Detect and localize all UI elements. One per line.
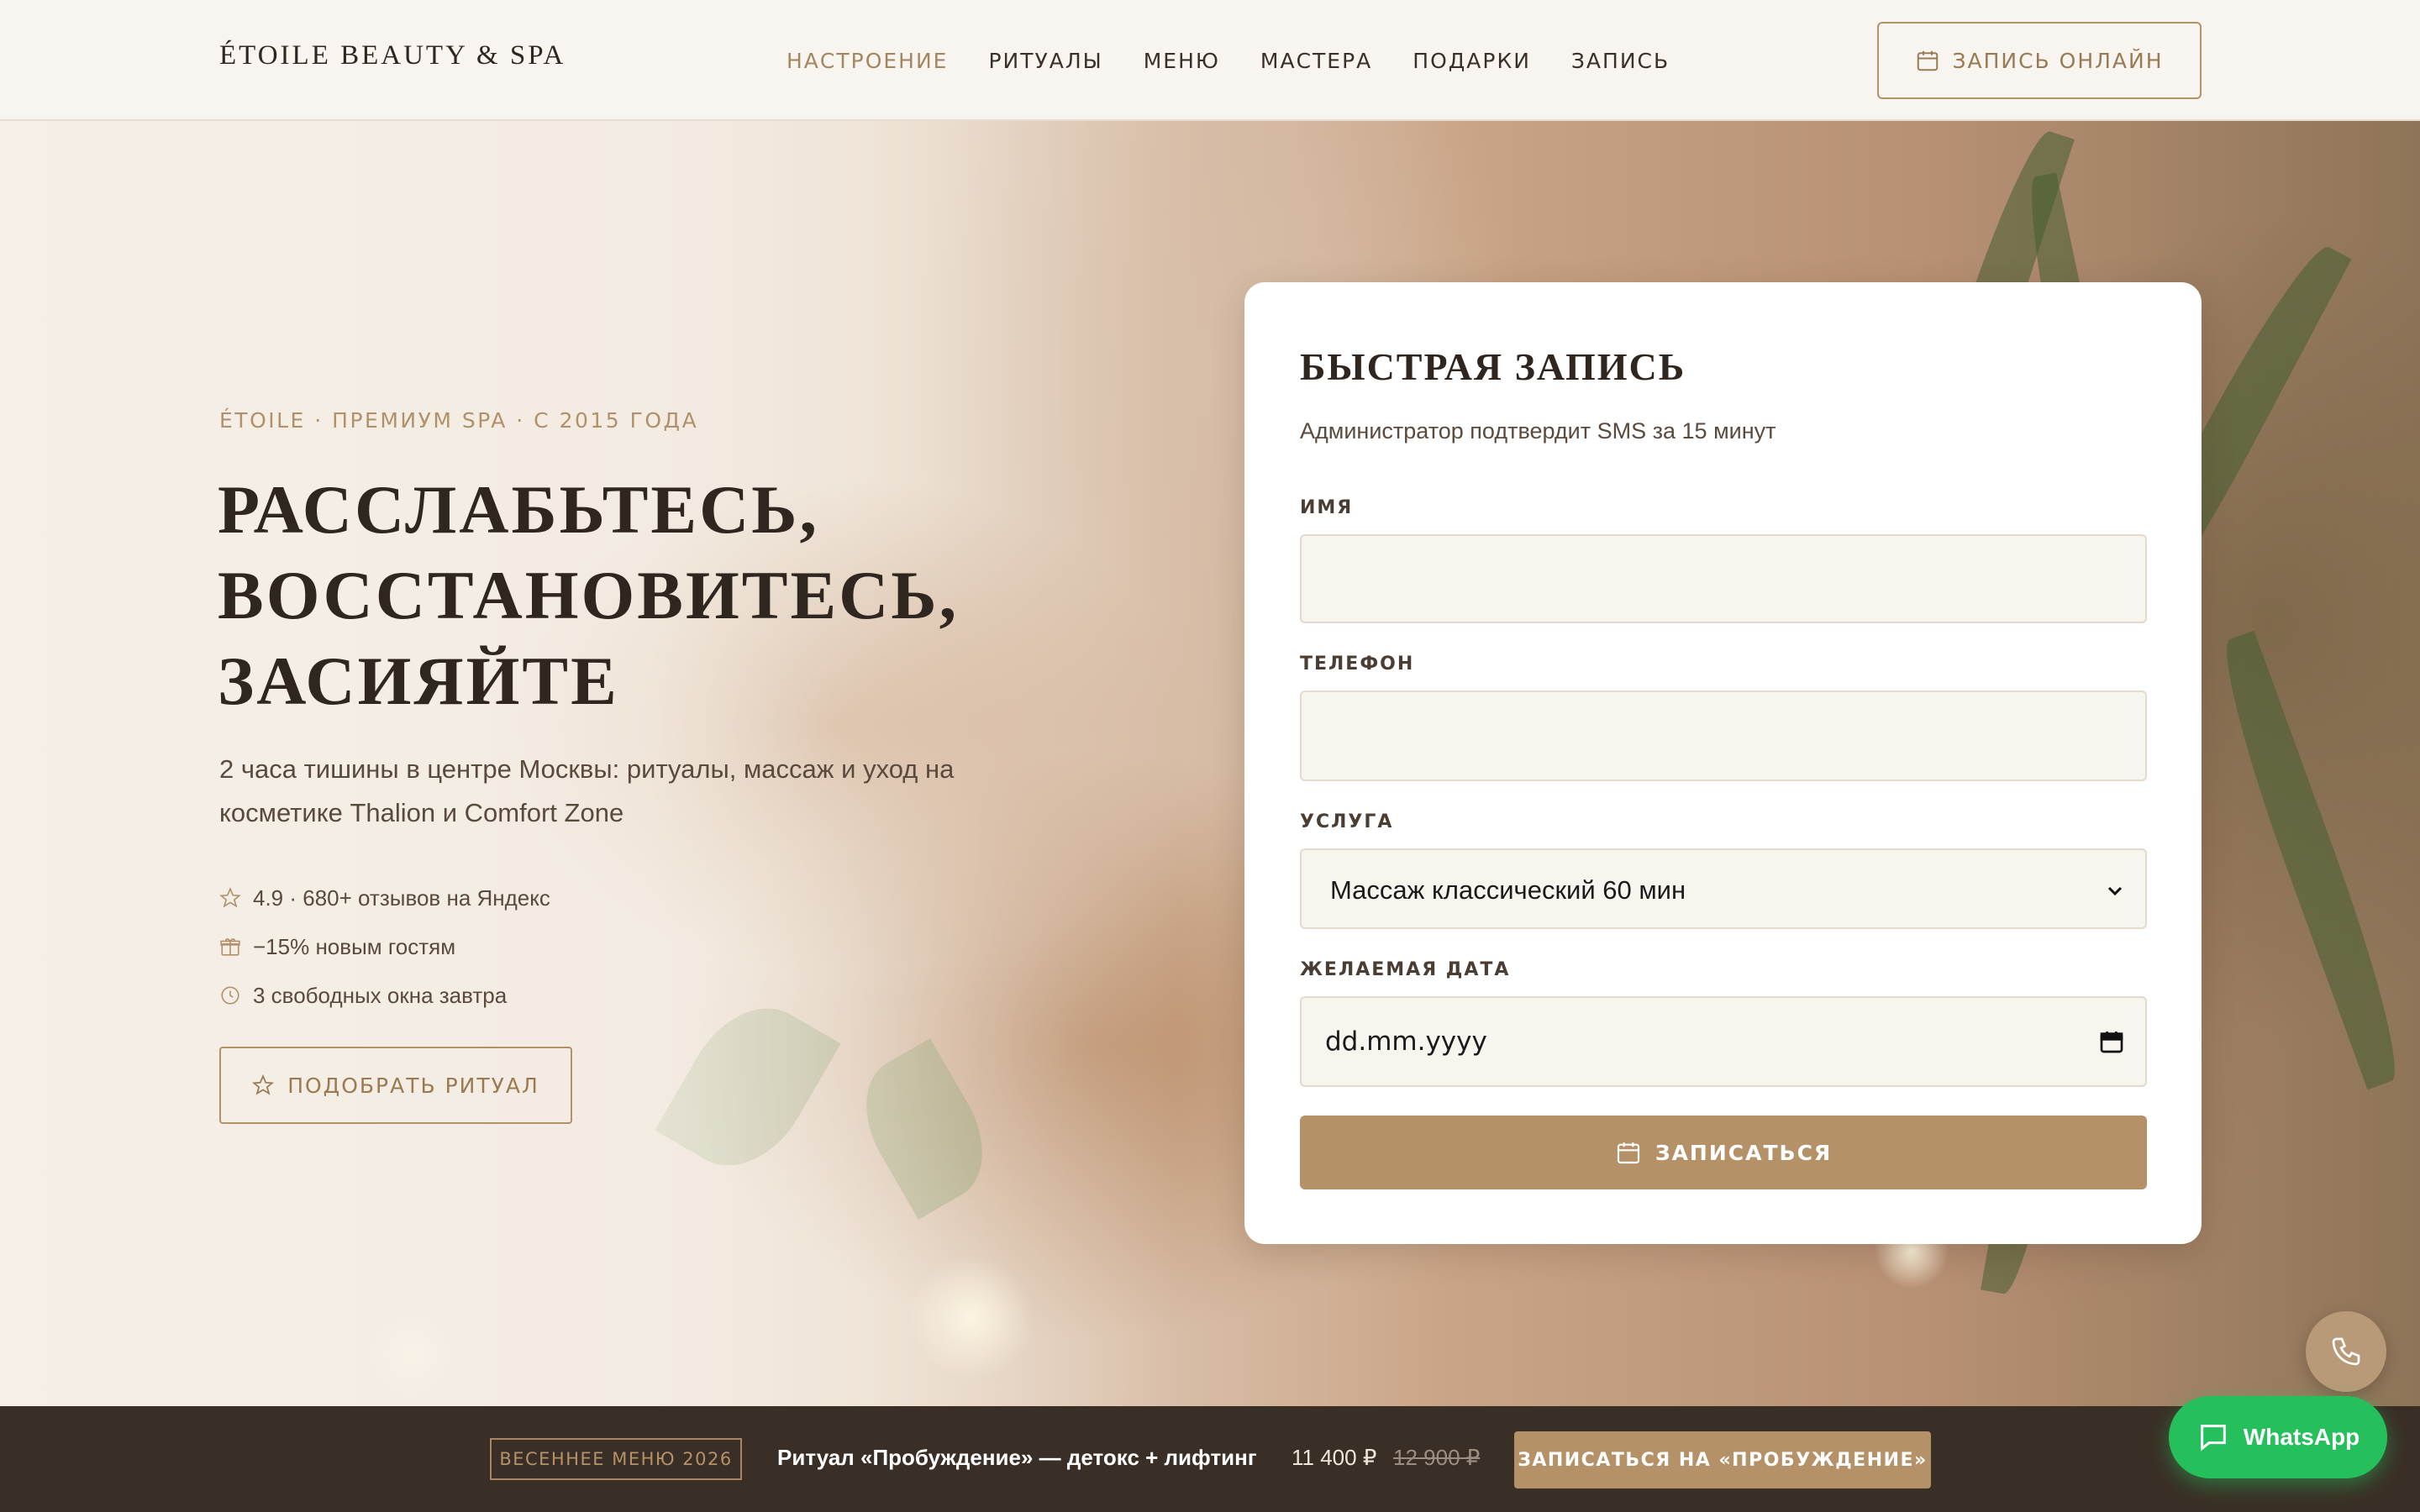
perk-rating: 4.9 · 680+ отзывов на Яндекс <box>219 874 550 922</box>
star-icon <box>252 1074 275 1095</box>
chat-bubble-icon <box>2200 1425 2226 1452</box>
call-button[interactable] <box>2306 1311 2386 1392</box>
star-icon <box>219 887 241 908</box>
headline-line: ВОССТАНОВИТЕСЬ, <box>218 557 960 633</box>
logo[interactable]: ÉTOILE BEAUTY & SPA <box>219 40 566 71</box>
submit-label: ЗАПИСАТЬСЯ <box>1655 1140 1833 1165</box>
phone-field[interactable] <box>1300 690 2147 781</box>
booking-subtitle: Администратор подтвердит SMS за 15 минут <box>1300 418 1776 444</box>
date-input[interactable]: dd.mm.yyyy <box>1300 996 2147 1087</box>
gift-icon <box>220 938 240 956</box>
name-field[interactable] <box>1300 534 2147 623</box>
service-label: УСЛУГА <box>1300 811 1394 832</box>
name-label: ИМЯ <box>1300 497 1354 518</box>
nav-item-menu[interactable]: МЕНЮ <box>1144 49 1220 73</box>
perk-slots: 3 свободных окна завтра <box>219 971 550 1020</box>
calendar-icon <box>1918 50 1939 71</box>
promo-title: Ритуал «Пробуждение» — детокс + лифтинг <box>777 1445 1257 1470</box>
perk-text: −15% новым гостям <box>253 933 456 959</box>
chevron-down-icon <box>2107 886 2123 896</box>
nav-item-rituals[interactable]: РИТУАЛЫ <box>988 49 1102 73</box>
hero-headline: РАССЛАБЬТЕСЬ, ВОССТАНОВИТЕСЬ, ЗАСИЯЙТЕ <box>218 467 1184 724</box>
phone-icon <box>2332 1337 2360 1366</box>
date-value: dd.mm.yyyy <box>1325 1026 1487 1057</box>
headline-line: РАССЛАБЬТЕСЬ, <box>218 471 820 548</box>
pick-ritual-button[interactable]: ПОДОБРАТЬ РИТУАЛ <box>219 1047 572 1124</box>
service-value: Массаж классический 60 мин <box>1330 875 1686 905</box>
promo-price: 11 400 ₽ <box>1292 1445 1377 1470</box>
quick-booking-form: БЫСТРАЯ ЗАПИСЬ Администратор подтвердит … <box>1244 282 2202 1244</box>
promo-old-price: 12 900 ₽ <box>1393 1445 1481 1470</box>
phone-label: ТЕЛЕФОН <box>1300 654 1415 675</box>
headline-line: ЗАСИЯЙТЕ <box>218 643 619 719</box>
date-label: ЖЕЛАЕМАЯ ДАТА <box>1300 959 1511 980</box>
perk-text: 3 свободных окна завтра <box>253 982 508 1008</box>
hero-subtitle: 2 часа тишины в центре Москвы: ритуалы, … <box>219 754 955 827</box>
booking-title: БЫСТРАЯ ЗАПИСЬ <box>1300 345 1686 388</box>
main-nav: НАСТРОЕНИЕ РИТУАЛЫ МЕНЮ МАСТЕРА ПОДАРКИ … <box>786 49 1710 73</box>
pick-ritual-label: ПОДОБРАТЬ РИТУАЛ <box>287 1073 539 1098</box>
nav-item-masters[interactable]: МАСТЕРА <box>1260 49 1372 73</box>
calendar-icon[interactable] <box>2098 1028 2125 1055</box>
site-header: ÉTOILE BEAUTY & SPA НАСТРОЕНИЕ РИТУАЛЫ М… <box>0 0 2420 121</box>
submit-booking-button[interactable]: ЗАПИСАТЬСЯ <box>1300 1116 2147 1189</box>
promo-bar: ВЕСЕННЕЕ МЕНЮ 2026 Ритуал «Пробуждение» … <box>0 1406 2420 1512</box>
plant-leaf <box>2207 630 2415 1090</box>
nav-item-booking[interactable]: ЗАПИСЬ <box>1571 49 1670 73</box>
nav-item-mood[interactable]: НАСТРОЕНИЕ <box>786 49 948 73</box>
calendar-icon <box>1617 1142 1639 1164</box>
book-online-button[interactable]: ЗАПИСЬ ОНЛАЙН <box>1877 22 2202 99</box>
whatsapp-button[interactable]: WhatsApp <box>2169 1396 2387 1478</box>
hero-eyebrow: ÉTOILE · ПРЕМИУМ SPA · С 2015 ГОДА <box>219 408 699 433</box>
service-select[interactable]: Массаж классический 60 мин <box>1300 848 2147 929</box>
perks-list: 4.9 · 680+ отзывов на Яндекс −15% новым … <box>219 874 550 1020</box>
perk-text: 4.9 · 680+ отзывов на Яндекс <box>253 885 550 911</box>
nav-item-gifts[interactable]: ПОДАРКИ <box>1413 49 1531 73</box>
perk-discount: −15% новым гостям <box>219 922 550 971</box>
promo-tag: ВЕСЕННЕЕ МЕНЮ 2026 <box>490 1438 742 1480</box>
whatsapp-label: WhatsApp <box>2243 1424 2360 1450</box>
book-online-label: ЗАПИСЬ ОНЛАЙН <box>1952 48 2164 73</box>
clock-icon <box>221 986 239 1005</box>
promo-book-button[interactable]: ЗАПИСАТЬСЯ НА «ПРОБУЖДЕНИЕ» <box>1514 1431 1931 1488</box>
